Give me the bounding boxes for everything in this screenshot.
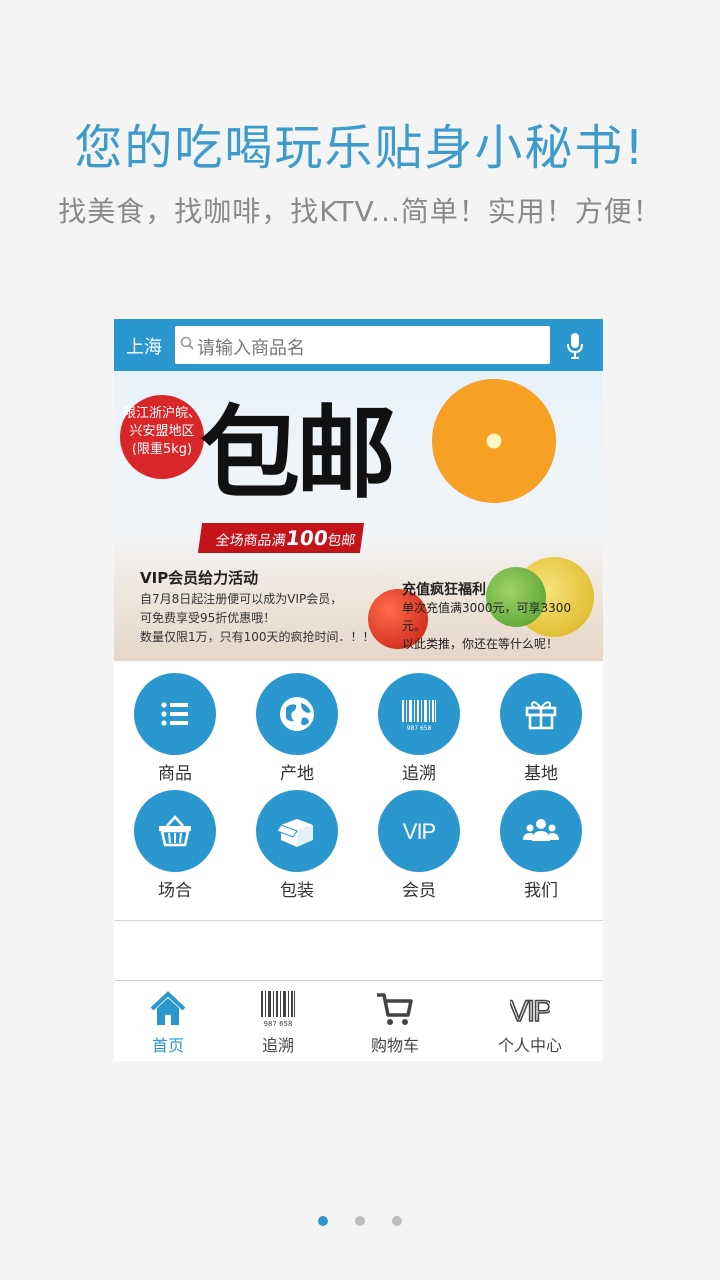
grid-item-label: 基地	[524, 764, 558, 784]
divider	[114, 920, 603, 921]
vip-promo-text: VIP会员给力活动 自7月8日起注册便可以成为VIP会员， 可免费享受95折优惠…	[140, 569, 380, 647]
recharge-promo-line: 以此类推，你还在等什么呢！	[402, 637, 559, 651]
grid-item-origin[interactable]: 产地	[247, 673, 347, 784]
vip-icon: VIP	[510, 994, 550, 1029]
recharge-promo-line: 单次充值满3000元，可享3300元。	[402, 601, 572, 633]
tab-home[interactable]: 首页	[123, 989, 213, 1056]
grid-item-label: 商品	[158, 764, 192, 784]
box-icon	[277, 819, 313, 847]
users-icon	[523, 819, 559, 841]
recharge-promo-title: 充值疯狂福利	[402, 582, 486, 598]
grid-item-label: 场合	[158, 881, 192, 901]
grid-item-circle	[256, 673, 338, 755]
search-placeholder: 请输入商品名	[197, 338, 305, 359]
vip-promo-line: 可免费享受95折优惠哦！	[140, 611, 276, 625]
grid-item-occasion[interactable]: 场合	[125, 790, 225, 901]
page-dot[interactable]	[318, 1216, 328, 1226]
tab-trace[interactable]: 987 658 追溯	[233, 989, 323, 1056]
vip-icon: VIP	[403, 819, 437, 844]
grid-item-label: 追溯	[402, 764, 436, 784]
search-icon	[180, 336, 194, 350]
barcode-icon: 987 658	[402, 700, 436, 732]
barcode-number: 987 658	[407, 725, 432, 732]
basket-icon	[159, 815, 191, 847]
strip-number: 100	[284, 526, 330, 550]
banner-strip: 全场商品满100包邮	[197, 523, 365, 553]
region-ribbon: 限江浙沪皖、 兴安盟地区 (限重5kg)	[120, 395, 204, 479]
barcode-icon: 987 658	[261, 991, 295, 1028]
ribbon-line: 兴安盟地区	[129, 424, 195, 439]
grid-item-circle: 987 658	[378, 673, 460, 755]
grid-item-circle	[256, 790, 338, 872]
gift-icon	[525, 701, 557, 730]
vip-icon-text: VIP	[403, 819, 436, 844]
home-icon	[150, 991, 186, 1025]
list-icon	[161, 702, 188, 726]
page-dot[interactable]	[355, 1216, 365, 1226]
strip-prefix: 全场商品满	[214, 533, 287, 549]
vip-icon-text: VIP	[510, 995, 550, 1028]
tab-profile[interactable]: VIP 个人中心	[485, 989, 575, 1056]
vip-promo-line: 数量仅限1万，只有100天的疯抢时间．！！	[140, 630, 375, 644]
city-selector[interactable]: 上海	[126, 333, 162, 359]
microphone-icon[interactable]	[566, 332, 584, 360]
grid-item-member[interactable]: VIP 会员	[369, 790, 469, 901]
grid-item-circle	[134, 790, 216, 872]
tab-label: 追溯	[261, 1036, 294, 1055]
grid-item-about-us[interactable]: 我们	[491, 790, 591, 901]
grid-item-packaging[interactable]: 包装	[247, 790, 347, 901]
grid-item-trace[interactable]: 987 658 追溯	[369, 673, 469, 784]
grid-item-base[interactable]: 基地	[491, 673, 591, 784]
grid-item-circle	[500, 790, 582, 872]
tab-label: 首页	[151, 1036, 184, 1055]
grid-item-circle: VIP	[378, 790, 460, 872]
vip-promo-line: 自7月8日起注册便可以成为VIP会员，	[140, 592, 343, 606]
recharge-promo-text: 充值疯狂福利 单次充值满3000元，可享3300元。 以此类推，你还在等什么呢！	[402, 581, 592, 653]
grid-item-label: 产地	[280, 764, 314, 784]
bottom-tab-bar: 首页 987 658 追溯 购物车 VIP 个人中心	[114, 980, 603, 1061]
banner-title: 包邮	[200, 395, 396, 512]
grid-item-label: 包装	[280, 881, 314, 901]
vip-promo-title: VIP会员给力活动	[140, 569, 259, 587]
tab-cart[interactable]: 购物车	[350, 989, 440, 1056]
search-input[interactable]: 请输入商品名	[175, 326, 550, 364]
grid-item-circle	[500, 673, 582, 755]
orange-image	[432, 379, 556, 503]
tab-label: 个人中心	[497, 1036, 562, 1055]
strip-suffix: 包邮	[326, 533, 357, 549]
ribbon-line: (限重5kg)	[131, 442, 193, 457]
page-dot[interactable]	[392, 1216, 402, 1226]
grid-item-circle	[134, 673, 216, 755]
tab-label: 购物车	[370, 1036, 419, 1055]
app-top-bar: 上海 请输入商品名	[114, 319, 603, 371]
promo-banner[interactable]: 限江浙沪皖、 兴安盟地区 (限重5kg) 包邮 全场商品满100包邮 VIP会员…	[114, 371, 603, 661]
subline: 找美食，找咖啡，找KTV...简单！实用！方便！	[58, 195, 662, 228]
headline: 您的吃喝玩乐贴身小秘书!	[74, 120, 646, 176]
app-preview: 上海 请输入商品名 限江浙沪皖、 兴安盟地区 (限重5kg) 包邮 全场商品满1…	[114, 319, 603, 1061]
grid-item-products[interactable]: 商品	[125, 673, 225, 784]
grid-item-label: 我们	[524, 881, 558, 901]
cart-icon	[377, 993, 413, 1025]
barcode-number: 987 658	[264, 1020, 293, 1028]
page-indicator	[0, 1216, 720, 1228]
globe-icon	[280, 697, 314, 731]
ribbon-line: 限江浙沪皖、	[122, 406, 201, 421]
grid-item-label: 会员	[402, 881, 436, 901]
